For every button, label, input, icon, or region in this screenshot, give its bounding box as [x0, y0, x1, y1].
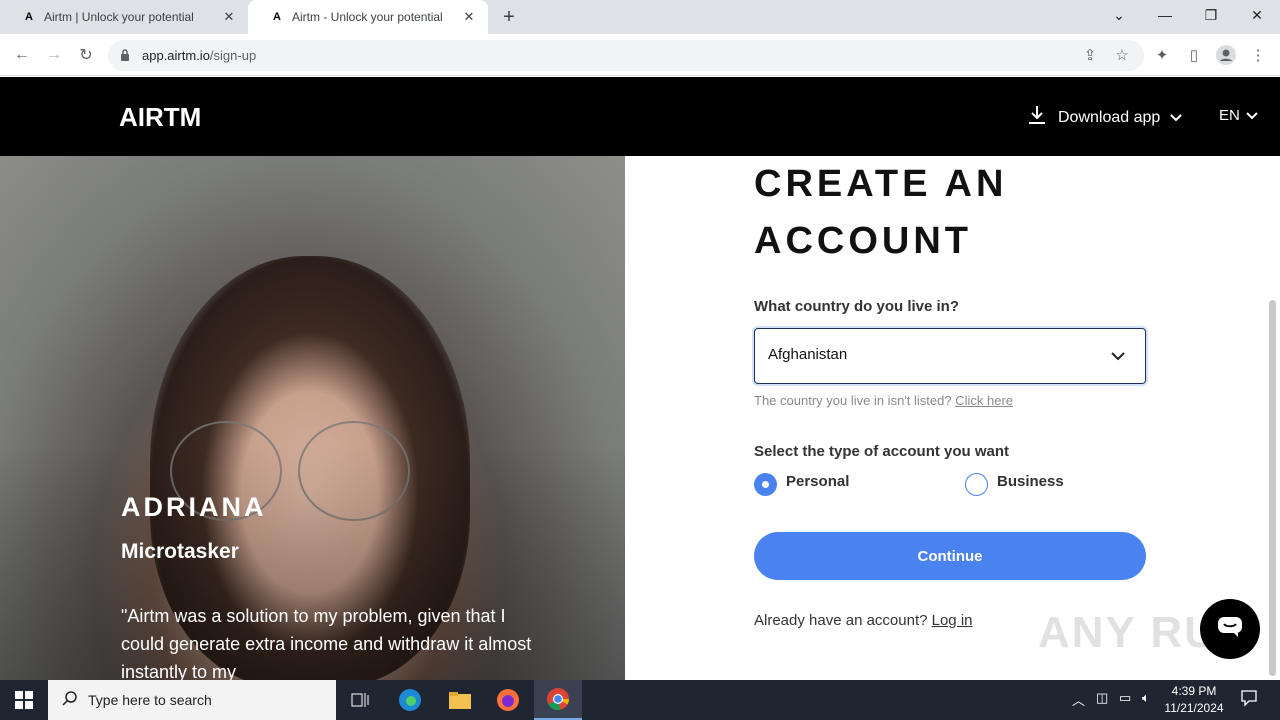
chevron-down-icon [1170, 109, 1183, 127]
volume-icon[interactable]: 🔈︎ [1142, 690, 1150, 706]
page-scrollbar[interactable] [1269, 300, 1276, 676]
restore-icon[interactable]: ❐ [1188, 0, 1234, 30]
airtm-favicon-icon: A [25, 11, 33, 23]
chat-icon [1216, 615, 1244, 644]
tab-close-icon[interactable]: ✕ [220, 8, 238, 26]
new-tab-icon[interactable]: + [498, 6, 520, 28]
download-icon [1026, 104, 1048, 131]
testimonial-role: Microtasker [121, 540, 239, 563]
personal-radio-label[interactable]: Personal [786, 473, 849, 490]
share-icon[interactable]: ⇪ [1080, 45, 1100, 65]
minimize-icon[interactable]: — [1142, 0, 1188, 30]
windows-start-icon[interactable] [0, 680, 48, 720]
page-title: CREATE AN ACCOUNT [754, 163, 1008, 262]
clock-time: 4:39 PM [1171, 684, 1217, 698]
chevron-down-icon [1246, 107, 1258, 124]
network-icon[interactable]: ▭ [1119, 690, 1131, 706]
language-label: EN [1219, 107, 1240, 124]
tab-search-chevron-icon[interactable]: ⌄ [1096, 0, 1142, 30]
profile-avatar-icon[interactable] [1216, 45, 1236, 65]
chevron-down-icon[interactable] [1108, 346, 1128, 366]
window-close-icon[interactable]: ✕ [1234, 0, 1280, 30]
business-radio-label[interactable]: Business [997, 473, 1064, 490]
login-prompt: Already have an account? Log in [754, 612, 973, 629]
country-select-value: Afghanistan [768, 346, 848, 363]
clock-date: 11/21/2024 [1164, 701, 1224, 715]
tab-title: Airtm | Unlock your potential [44, 10, 194, 24]
task-view-icon[interactable] [336, 680, 384, 720]
download-app-button[interactable]: Download app [1026, 104, 1183, 131]
taskbar-search-box[interactable]: Type here to search [48, 680, 336, 720]
airtm-logo[interactable]: AIRTM [119, 102, 201, 133]
url-path: /sign-up [209, 48, 257, 63]
edge-icon[interactable] [386, 680, 434, 720]
side-panel-icon[interactable]: ▯ [1184, 45, 1204, 65]
firefox-icon[interactable] [484, 680, 532, 720]
tab-airtm-2[interactable]: A Airtm - Unlock your potential ✕ [248, 0, 488, 34]
tray-overflow-chevron-icon[interactable]: ︿ [1072, 690, 1085, 709]
login-link[interactable]: Log in [932, 612, 973, 629]
chat-widget-button[interactable] [1200, 599, 1260, 659]
login-prompt-text: Already have an account? [754, 612, 928, 629]
testimonial-quote: "Airtm was a solution to my problem, giv… [121, 606, 532, 682]
language-selector[interactable]: EN [1219, 107, 1258, 124]
testimonial-name: ADRIANA [121, 492, 267, 522]
country-not-listed-text: The country you live in isn't listed? Cl… [754, 393, 1013, 408]
browser-menu-icon[interactable]: ⋮ [1248, 45, 1268, 65]
click-here-link[interactable]: Click here [955, 393, 1013, 408]
taskbar-clock[interactable]: 4:39 PM 11/21/2024 [1160, 683, 1228, 717]
back-icon[interactable]: ← [11, 44, 33, 66]
url-host: app.airtm.io [142, 48, 210, 63]
business-radio[interactable] [965, 473, 988, 496]
airtm-favicon-icon: A [273, 11, 281, 23]
extensions-icon[interactable]: ✦ [1152, 45, 1172, 65]
notifications-icon[interactable] [1240, 689, 1258, 710]
forward-icon[interactable]: → [43, 44, 65, 66]
personal-radio[interactable] [754, 473, 777, 496]
chrome-icon[interactable] [534, 680, 582, 720]
meet-now-icon[interactable]: ◫ [1096, 690, 1108, 706]
continue-button[interactable]: Continue [754, 532, 1146, 580]
url-text[interactable]: app.airtm.io/sign-up [142, 48, 256, 63]
account-type-label: Select the type of account you want [754, 443, 1010, 460]
tab-airtm-1[interactable]: A Airtm | Unlock your potential ✕ [0, 0, 248, 34]
lock-icon[interactable] [120, 48, 130, 62]
tab-close-icon[interactable]: ✕ [460, 8, 478, 26]
taskbar-search-placeholder: Type here to search [88, 692, 212, 708]
bookmark-star-icon[interactable]: ☆ [1112, 45, 1132, 65]
tab-title: Airtm - Unlock your potential [292, 10, 443, 24]
download-app-label: Download app [1058, 108, 1161, 126]
not-listed-label: The country you live in isn't listed? [754, 393, 952, 408]
address-bar[interactable] [108, 40, 1144, 71]
search-icon [62, 690, 78, 711]
country-label: What country do you live in? [754, 298, 960, 315]
file-explorer-icon[interactable] [436, 680, 484, 720]
reload-icon[interactable]: ↻ [75, 44, 97, 66]
